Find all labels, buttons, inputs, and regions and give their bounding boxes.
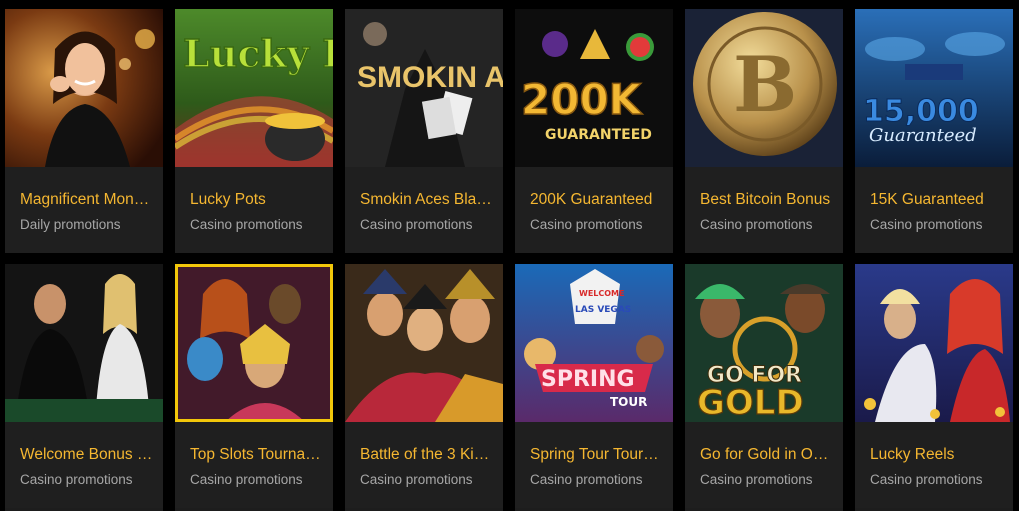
promo-category: Casino promotions: [360, 217, 473, 232]
casino-couple-image: [5, 264, 163, 422]
go-for-gold-image: GO FOR GOLD: [685, 264, 843, 422]
promo-meta: 15K Guaranteed Casino promotions: [855, 167, 1013, 253]
promo-card-lucky-reels[interactable]: Lucky Reels Casino promotions: [855, 264, 1013, 511]
svg-text:200K: 200K: [521, 75, 643, 124]
promo-category: Daily promotions: [20, 217, 121, 232]
promo-thumbnail[interactable]: 15,000 Guaranteed: [855, 9, 1013, 167]
promo-thumbnail[interactable]: [5, 9, 163, 167]
promo-thumbnail[interactable]: SMOKIN ACES: [345, 9, 503, 167]
promo-category: Casino promotions: [870, 217, 983, 232]
promo-thumbnail[interactable]: WELCOME LAS VEGAS SPRING TOUR: [515, 264, 673, 422]
promo-title[interactable]: Lucky Pots: [190, 191, 324, 209]
promo-card-magnificent-monday[interactable]: Magnificent Mon… Daily promotions: [5, 9, 163, 253]
promo-title[interactable]: Battle of the 3 Ki…: [360, 446, 494, 464]
svg-text:GUARANTEED: GUARANTEED: [545, 127, 652, 143]
promo-category: Casino promotions: [190, 472, 303, 487]
promo-title[interactable]: Lucky Reels: [870, 446, 1004, 464]
promo-category: Casino promotions: [360, 472, 473, 487]
promo-thumbnail[interactable]: Lucky Pots: [175, 9, 333, 167]
svg-text:SMOKIN ACES: SMOKIN ACES: [357, 61, 503, 94]
smokin-aces-image: SMOKIN ACES: [345, 9, 503, 167]
promo-meta: Best Bitcoin Bonus Casino promotions: [685, 167, 843, 253]
promo-meta: Lucky Reels Casino promotions: [855, 422, 1013, 508]
promo-title[interactable]: Spring Tour Tour…: [530, 446, 664, 464]
promo-meta: Smokin Aces Bla… Casino promotions: [345, 167, 503, 253]
promo-card-200k-guaranteed[interactable]: 200K GUARANTEED 200K Guaranteed Casino p…: [515, 9, 673, 253]
promo-meta: Battle of the 3 Ki… Casino promotions: [345, 422, 503, 508]
lucky-reels-image: [855, 264, 1013, 422]
promo-card-lucky-pots[interactable]: Lucky Pots Lucky Pots Casino promotions: [175, 9, 333, 253]
three-kingdoms-warriors-image: [345, 264, 503, 422]
promo-category: Casino promotions: [530, 472, 643, 487]
promo-meta: Top Slots Tourna… Casino promotions: [175, 422, 333, 508]
promo-title[interactable]: Best Bitcoin Bonus: [700, 191, 834, 209]
promo-card-smokin-aces[interactable]: SMOKIN ACES Smokin Aces Bla… Casino prom…: [345, 9, 503, 253]
promo-meta: Magnificent Mon… Daily promotions: [5, 167, 163, 253]
spring-tour-vegas-image: WELCOME LAS VEGAS SPRING TOUR: [515, 264, 673, 422]
promo-category: Casino promotions: [190, 217, 303, 232]
promo-thumbnail[interactable]: GO FOR GOLD: [685, 264, 843, 422]
promo-category: Casino promotions: [870, 472, 983, 487]
promo-card-spring-tour[interactable]: WELCOME LAS VEGAS SPRING TOUR Spring Tou…: [515, 264, 673, 511]
promo-title[interactable]: Magnificent Mon…: [20, 191, 154, 209]
promo-thumbnail[interactable]: [175, 264, 333, 422]
selected-frame: [175, 264, 333, 422]
promo-card-go-for-gold[interactable]: GO FOR GOLD Go for Gold in O… Casino pro…: [685, 264, 843, 511]
15k-guaranteed-image: 15,000 Guaranteed: [855, 9, 1013, 167]
promo-thumbnail[interactable]: [5, 264, 163, 422]
svg-text:Guaranteed: Guaranteed: [869, 125, 977, 146]
promo-thumbnail[interactable]: 200K GUARANTEED: [515, 9, 673, 167]
svg-text:TOUR: TOUR: [610, 395, 647, 409]
promo-title[interactable]: Top Slots Tourna…: [190, 446, 324, 464]
promo-meta: Welcome Bonus … Casino promotions: [5, 422, 163, 508]
promo-meta: 200K Guaranteed Casino promotions: [515, 167, 673, 253]
promo-meta: Spring Tour Tour… Casino promotions: [515, 422, 673, 508]
bitcoin-coin-image: B: [685, 9, 843, 167]
promo-category: Casino promotions: [530, 217, 643, 232]
promo-card-welcome-bonus[interactable]: Welcome Bonus … Casino promotions: [5, 264, 163, 511]
promo-thumbnail[interactable]: [345, 264, 503, 422]
promo-meta: Lucky Pots Casino promotions: [175, 167, 333, 253]
promo-card-top-slots-tournament[interactable]: Top Slots Tourna… Casino promotions: [175, 264, 333, 511]
promotions-grid: Magnificent Mon… Daily promotions Lucky …: [0, 0, 1019, 511]
promo-title[interactable]: 200K Guaranteed: [530, 191, 664, 209]
promo-category: Casino promotions: [700, 217, 813, 232]
promo-title[interactable]: 15K Guaranteed: [870, 191, 1004, 209]
lucky-pots-image: Lucky Pots: [175, 9, 333, 167]
promo-card-15k-guaranteed[interactable]: 15,000 Guaranteed 15K Guaranteed Casino …: [855, 9, 1013, 253]
woman-portrait-image: [5, 9, 163, 167]
200k-guaranteed-image: 200K GUARANTEED: [515, 9, 673, 167]
svg-text:B: B: [733, 40, 797, 129]
promo-card-battle-of-3-kingdoms[interactable]: Battle of the 3 Ki… Casino promotions: [345, 264, 503, 511]
promo-thumbnail[interactable]: B: [685, 9, 843, 167]
promo-thumbnail[interactable]: [855, 264, 1013, 422]
svg-text:LAS VEGAS: LAS VEGAS: [575, 305, 631, 315]
svg-text:GOLD: GOLD: [697, 383, 804, 422]
promo-title[interactable]: Smokin Aces Bla…: [360, 191, 494, 209]
promo-category: Casino promotions: [700, 472, 813, 487]
promo-category: Casino promotions: [20, 472, 133, 487]
svg-text:15,000: 15,000: [863, 94, 979, 129]
svg-text:Lucky Pots: Lucky Pots: [183, 31, 333, 76]
svg-text:WELCOME: WELCOME: [579, 289, 624, 298]
promo-title[interactable]: Go for Gold in O…: [700, 446, 834, 464]
promo-title[interactable]: Welcome Bonus …: [20, 446, 154, 464]
svg-text:SPRING: SPRING: [541, 367, 635, 392]
promo-meta: Go for Gold in O… Casino promotions: [685, 422, 843, 508]
promo-card-best-bitcoin-bonus[interactable]: B Best Bitcoin Bonus Casino promotions: [685, 9, 843, 253]
